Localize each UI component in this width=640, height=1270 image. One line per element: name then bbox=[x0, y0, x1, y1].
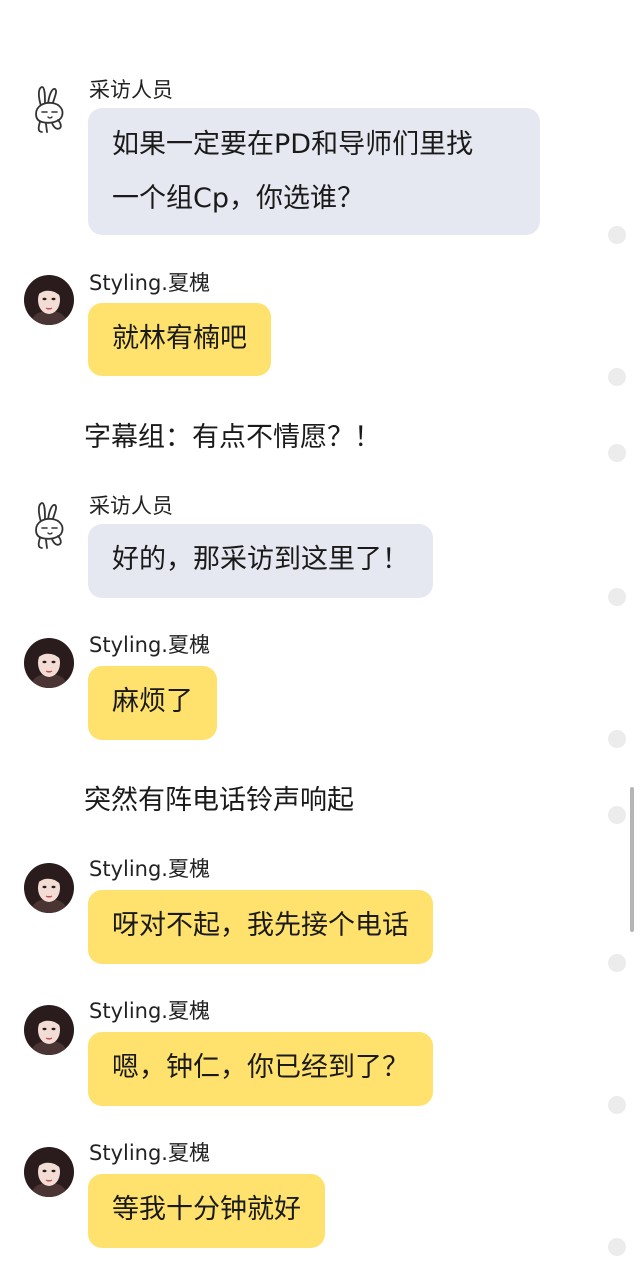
message-text-line: 如果一定要在PD和导师们里找 bbox=[112, 129, 474, 160]
select-dot[interactable] bbox=[608, 444, 626, 462]
chat-thread: 采访人员 如果一定要在PD和导师们里找 一个组Cp，你选谁？ Styling.夏… bbox=[0, 0, 640, 1270]
narration-text: 突然有阵电话铃声响起 bbox=[84, 785, 354, 816]
sender-name: Styling.夏槐 bbox=[89, 271, 210, 295]
sender-name: 采访人员 bbox=[89, 494, 173, 518]
select-dot[interactable] bbox=[608, 806, 626, 824]
message-bubble[interactable]: 麻烦了 bbox=[88, 666, 217, 740]
avatar[interactable] bbox=[24, 638, 74, 688]
select-dot[interactable] bbox=[608, 588, 626, 606]
select-dot[interactable] bbox=[608, 730, 626, 748]
select-dot[interactable] bbox=[608, 954, 626, 972]
select-dot[interactable] bbox=[608, 1238, 626, 1256]
message-bubble[interactable]: 如果一定要在PD和导师们里找 一个组Cp，你选谁？ bbox=[88, 108, 540, 235]
sender-name: Styling.夏槐 bbox=[89, 1141, 210, 1165]
select-dot[interactable] bbox=[608, 226, 626, 244]
avatar[interactable] bbox=[24, 275, 74, 325]
message-bubble[interactable]: 嗯，钟仁，你已经到了？ bbox=[88, 1032, 433, 1106]
avatar[interactable] bbox=[24, 1005, 74, 1055]
message-bubble[interactable]: 好的，那采访到这里了！ bbox=[88, 524, 433, 598]
message-bubble[interactable]: 呀对不起，我先接个电话 bbox=[88, 890, 433, 964]
scrollbar[interactable] bbox=[630, 787, 634, 932]
message-bubble[interactable]: 等我十分钟就好 bbox=[88, 1174, 325, 1248]
sender-name: 采访人员 bbox=[89, 78, 173, 102]
avatar[interactable] bbox=[24, 863, 74, 913]
avatar[interactable] bbox=[24, 1147, 74, 1197]
sender-name: Styling.夏槐 bbox=[89, 633, 210, 657]
narration-text: 字幕组：有点不情愿？！ bbox=[84, 422, 381, 453]
message-text-line: 一个组Cp，你选谁？ bbox=[112, 183, 364, 214]
message-bubble[interactable]: 就林宥楠吧 bbox=[88, 303, 271, 376]
sender-name: Styling.夏槐 bbox=[89, 857, 210, 881]
rabbit-doodle-icon[interactable] bbox=[24, 84, 74, 134]
sender-name: Styling.夏槐 bbox=[89, 999, 210, 1023]
rabbit-doodle-icon[interactable] bbox=[24, 500, 74, 550]
select-dot[interactable] bbox=[608, 1096, 626, 1114]
select-dot[interactable] bbox=[608, 368, 626, 386]
